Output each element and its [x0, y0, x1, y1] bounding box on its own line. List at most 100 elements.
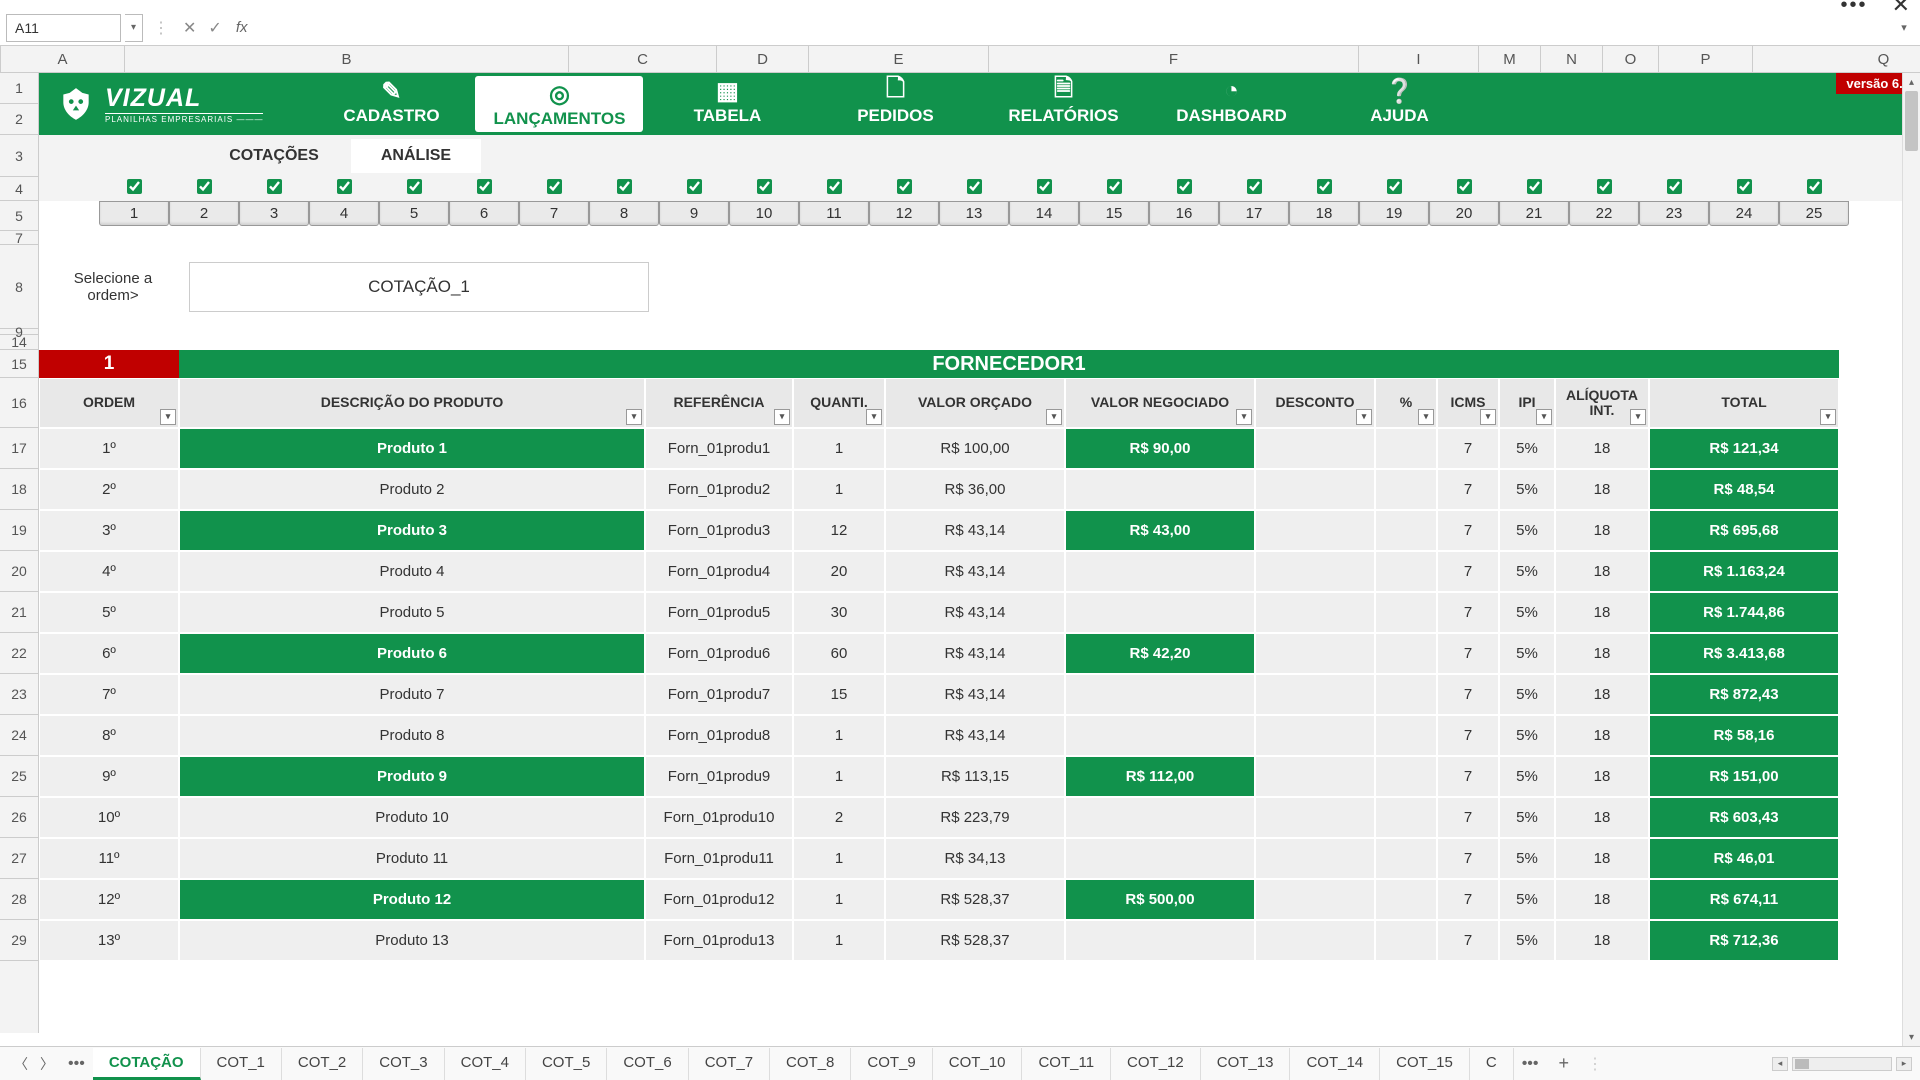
- cell-p[interactable]: [1375, 838, 1437, 879]
- cell-vn[interactable]: [1065, 592, 1255, 633]
- row-header[interactable]: 23: [0, 674, 38, 715]
- nav-cadastro[interactable]: ✎CADASTRO: [307, 76, 475, 132]
- filter-checkbox-1[interactable]: [127, 179, 142, 194]
- nav-relatórios[interactable]: 🗎RELATÓRIOS: [979, 76, 1147, 132]
- sheet-tab[interactable]: C: [1470, 1048, 1514, 1080]
- filter-dropdown-icon[interactable]: ▾: [160, 409, 176, 425]
- filter-checkbox-15[interactable]: [1107, 179, 1122, 194]
- filter-checkbox-5[interactable]: [407, 179, 422, 194]
- cell-al[interactable]: 18: [1555, 797, 1649, 838]
- fx-icon[interactable]: fx: [230, 19, 254, 36]
- cell-ip[interactable]: 5%: [1499, 592, 1555, 633]
- row-header[interactable]: 22: [0, 633, 38, 674]
- cell-ip[interactable]: 5%: [1499, 551, 1555, 592]
- cell-d[interactable]: Produto 10: [179, 797, 645, 838]
- filter-checkbox-16[interactable]: [1177, 179, 1192, 194]
- sheet-next-icon[interactable]: 〉: [34, 1054, 60, 1074]
- filter-dropdown-icon[interactable]: ▾: [1820, 409, 1836, 425]
- cell-r[interactable]: Forn_01produ13: [645, 920, 793, 961]
- cell-d[interactable]: Produto 4: [179, 551, 645, 592]
- row-header[interactable]: 27: [0, 838, 38, 879]
- cell-r[interactable]: Forn_01produ6: [645, 633, 793, 674]
- number-button-9[interactable]: 9: [659, 201, 729, 226]
- column-header[interactable]: F: [989, 46, 1359, 72]
- cell-q[interactable]: 15: [793, 674, 885, 715]
- cell-vn[interactable]: [1065, 838, 1255, 879]
- cell-vo[interactable]: R$ 43,14: [885, 715, 1065, 756]
- row-header[interactable]: 20: [0, 551, 38, 592]
- filter-checkbox-19[interactable]: [1387, 179, 1402, 194]
- row-header[interactable]: 5: [0, 201, 38, 231]
- sheet-tab[interactable]: COT_12: [1111, 1048, 1201, 1080]
- cell-ic[interactable]: 7: [1437, 428, 1499, 469]
- cell-p[interactable]: [1375, 592, 1437, 633]
- filter-checkbox-7[interactable]: [547, 179, 562, 194]
- cell-ip[interactable]: 5%: [1499, 920, 1555, 961]
- cell-ic[interactable]: 7: [1437, 756, 1499, 797]
- name-box[interactable]: A11: [6, 14, 121, 42]
- cell-ip[interactable]: 5%: [1499, 715, 1555, 756]
- filter-dropdown-icon[interactable]: ▾: [774, 409, 790, 425]
- number-button-1[interactable]: 1: [99, 201, 169, 226]
- cell-ip[interactable]: 5%: [1499, 674, 1555, 715]
- cell-t[interactable]: R$ 712,36: [1649, 920, 1839, 961]
- cell-d[interactable]: Produto 1: [179, 428, 645, 469]
- sheet-tab[interactable]: COT_13: [1201, 1048, 1291, 1080]
- cell-al[interactable]: 18: [1555, 715, 1649, 756]
- cell-t[interactable]: R$ 121,34: [1649, 428, 1839, 469]
- row-header[interactable]: 3: [0, 135, 38, 177]
- sheet-tab[interactable]: COT_5: [526, 1048, 607, 1080]
- column-header[interactable]: P: [1659, 46, 1753, 72]
- cell-ds[interactable]: [1255, 797, 1375, 838]
- cell-t[interactable]: R$ 46,01: [1649, 838, 1839, 879]
- column-header[interactable]: B: [125, 46, 569, 72]
- order-dropdown[interactable]: COTAÇÃO_1: [189, 262, 649, 312]
- cell-vn[interactable]: R$ 42,20: [1065, 633, 1255, 674]
- cell-vn[interactable]: R$ 90,00: [1065, 428, 1255, 469]
- cell-t[interactable]: R$ 695,68: [1649, 510, 1839, 551]
- sheet-overflow-icon[interactable]: •••: [1514, 1055, 1547, 1073]
- cell-t[interactable]: R$ 674,11: [1649, 879, 1839, 920]
- row-header[interactable]: 17: [0, 428, 38, 469]
- cell-al[interactable]: 18: [1555, 592, 1649, 633]
- cell-ip[interactable]: 5%: [1499, 838, 1555, 879]
- filter-dropdown-icon[interactable]: ▾: [1630, 409, 1646, 425]
- filter-checkbox-14[interactable]: [1037, 179, 1052, 194]
- cell-ic[interactable]: 7: [1437, 633, 1499, 674]
- filter-checkbox-13[interactable]: [967, 179, 982, 194]
- cell-al[interactable]: 18: [1555, 674, 1649, 715]
- cell-t[interactable]: R$ 151,00: [1649, 756, 1839, 797]
- cell-ds[interactable]: [1255, 715, 1375, 756]
- cell-ic[interactable]: 7: [1437, 510, 1499, 551]
- cell-p[interactable]: [1375, 797, 1437, 838]
- nav-pedidos[interactable]: 🗋PEDIDOS: [811, 76, 979, 132]
- cell-ic[interactable]: 7: [1437, 469, 1499, 510]
- cell-ic[interactable]: 7: [1437, 879, 1499, 920]
- cell-o[interactable]: 3º: [39, 510, 179, 551]
- row-header[interactable]: 7: [0, 231, 38, 245]
- cell-r[interactable]: Forn_01produ5: [645, 592, 793, 633]
- cell-ic[interactable]: 7: [1437, 797, 1499, 838]
- number-button-17[interactable]: 17: [1219, 201, 1289, 226]
- cell-vn[interactable]: R$ 112,00: [1065, 756, 1255, 797]
- sheet-tab[interactable]: COT_14: [1290, 1048, 1380, 1080]
- sheet-tab[interactable]: COT_3: [363, 1048, 444, 1080]
- column-header[interactable]: C: [569, 46, 717, 72]
- nav-tabela[interactable]: ▦TABELA: [643, 76, 811, 132]
- row-header[interactable]: 1: [0, 73, 38, 104]
- nav-lançamentos[interactable]: ◎LANÇAMENTOS: [475, 76, 643, 132]
- table-header[interactable]: QUANTI.▾: [793, 378, 885, 428]
- cell-ds[interactable]: [1255, 920, 1375, 961]
- sheet-tab[interactable]: COT_8: [770, 1048, 851, 1080]
- number-button-7[interactable]: 7: [519, 201, 589, 226]
- cell-t[interactable]: R$ 3.413,68: [1649, 633, 1839, 674]
- cell-t[interactable]: R$ 603,43: [1649, 797, 1839, 838]
- filter-checkbox-21[interactable]: [1527, 179, 1542, 194]
- cell-r[interactable]: Forn_01produ9: [645, 756, 793, 797]
- number-button-19[interactable]: 19: [1359, 201, 1429, 226]
- cell-q[interactable]: 1: [793, 469, 885, 510]
- sheet-tab[interactable]: COT_6: [607, 1048, 688, 1080]
- cell-p[interactable]: [1375, 674, 1437, 715]
- cell-ds[interactable]: [1255, 633, 1375, 674]
- number-button-4[interactable]: 4: [309, 201, 379, 226]
